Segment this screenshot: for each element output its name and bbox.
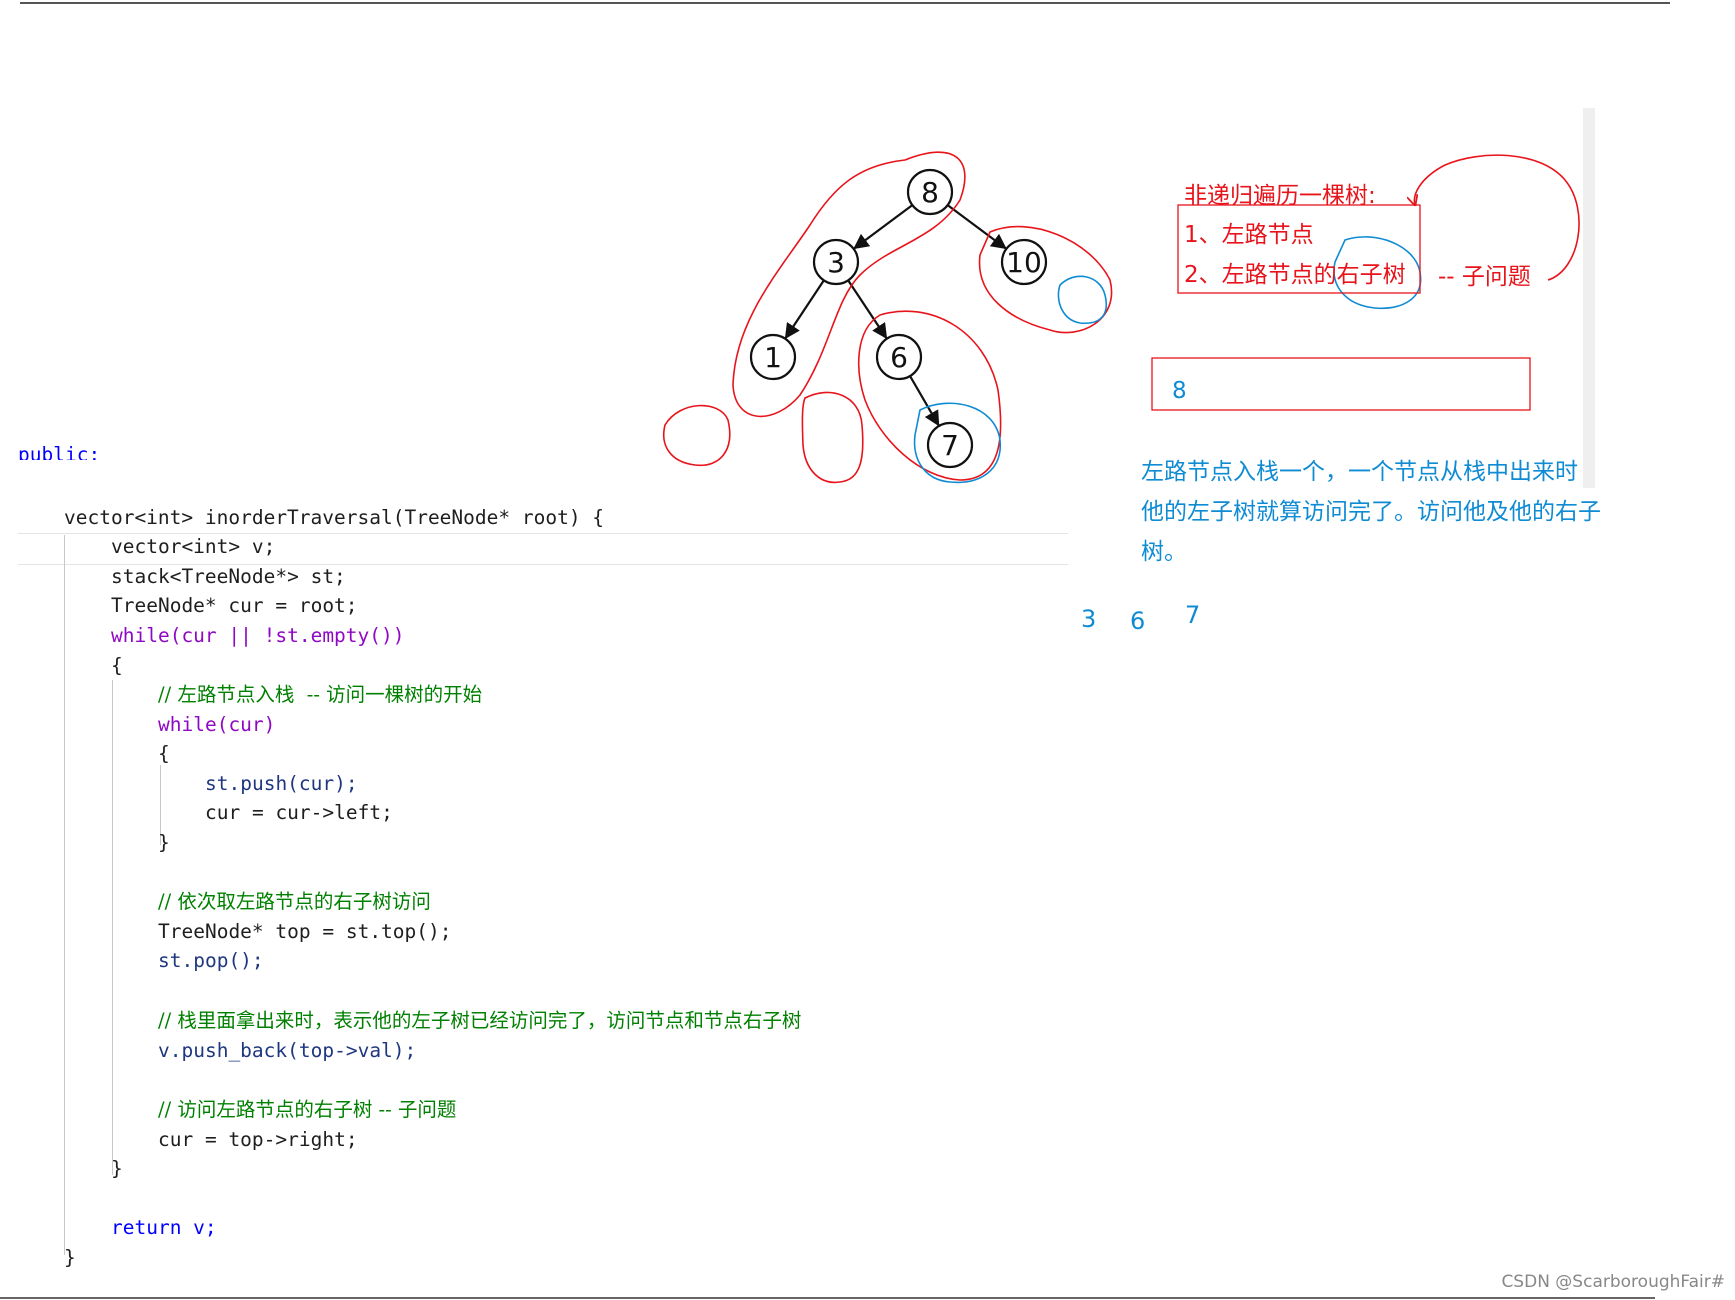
code-text: } <box>158 831 170 854</box>
explain-line-2: 他的左子树就算访问完了。访问他及他的右子 <box>1141 499 1601 525</box>
tree-node-label-1: 1 <box>764 341 782 374</box>
code-text: // 依次取左路节点的右子树访问 <box>158 890 431 913</box>
blue-circle-right-null <box>1057 275 1107 324</box>
stack-box <box>1151 357 1531 411</box>
code-line: { <box>111 653 123 679</box>
code-line: TreeNode* cur = root; <box>111 593 358 619</box>
code-text: } <box>111 1157 123 1180</box>
code-line: } <box>111 1156 123 1182</box>
tree-edge-3-6 <box>847 279 888 340</box>
code-line: vector<int> inorderTraversal(TreeNode* r… <box>64 505 604 531</box>
indent-guide-1 <box>64 535 65 1255</box>
code-line: return v; <box>111 1215 217 1241</box>
code-line: cur = top->right; <box>158 1127 358 1153</box>
code-text: TreeNode* cur = root; <box>111 594 358 617</box>
code-text: // 栈里面拿出来时，表示他的左子树已经访问完了，访问节点和节点右子树 <box>158 1009 802 1032</box>
code-text: { <box>111 654 123 677</box>
code-text: st.push(cur); <box>205 772 358 795</box>
output-value-3: 7 <box>1185 601 1201 629</box>
red-circle-null-right <box>801 391 864 484</box>
code-line: v.push_back(top->val); <box>158 1038 416 1064</box>
code-text: vector<int> inorderTraversal(TreeNode* r… <box>64 506 605 529</box>
code-line: cur = cur->left; <box>205 800 393 826</box>
code-text: } <box>64 1246 76 1269</box>
tree-node-label-6: 6 <box>890 341 908 374</box>
code-comment: // 依次取左路节点的右子树访问 <box>158 889 431 915</box>
explain-line-1: 左路节点入栈一个，一个节点从栈中出来时 <box>1141 459 1578 485</box>
notes-step-2: 2、左路节点的右子树 <box>1184 262 1406 288</box>
tree-edge-8-3 <box>853 204 914 250</box>
tree-node-label-7: 7 <box>941 429 959 462</box>
code-text: { <box>158 742 170 765</box>
notes-title: 非递归遍历一棵树: <box>1184 183 1376 209</box>
code-text: stack<TreeNode*> st; <box>111 565 346 588</box>
code-line: st.push(cur); <box>205 771 358 797</box>
watermark: CSDN @ScarboroughFair# <box>1501 1272 1725 1292</box>
code-line: TreeNode* top = st.top(); <box>158 919 452 945</box>
red-circle-null-left <box>663 404 731 467</box>
code-text: st.pop(); <box>158 949 264 972</box>
code-line: stack<TreeNode*> st; <box>111 564 346 590</box>
code-text: return v; <box>111 1216 217 1239</box>
code-line: public: <box>18 442 100 460</box>
code-line: st.pop(); <box>158 948 264 974</box>
indent-guide-2 <box>112 680 113 1175</box>
tree-node-label-3: 3 <box>827 246 845 279</box>
code-comment: // 左路节点入栈 -- 访问一棵树的开始 <box>158 682 482 708</box>
stack-box-value: 8 <box>1172 378 1187 404</box>
code-line: while(cur) <box>158 712 275 738</box>
tree-node-label-10: 10 <box>1006 246 1042 279</box>
code-text: // 访问左路节点的右子树 -- 子问题 <box>158 1098 457 1121</box>
output-value-2: 6 <box>1130 607 1146 635</box>
code-text: cur = top->right; <box>158 1128 358 1151</box>
code-comment: // 访问左路节点的右子树 -- 子问题 <box>158 1097 456 1123</box>
code-text: cur = cur->left; <box>205 801 393 824</box>
code-text: while(cur || !st.empty()) <box>111 624 405 647</box>
code-text: TreeNode* top = st.top(); <box>158 920 452 943</box>
code-line: } <box>158 830 170 856</box>
explain-line-3: 树。 <box>1141 539 1187 565</box>
code-line: vector<int> v; <box>111 534 275 560</box>
code-line: } <box>64 1245 76 1271</box>
tree-node-label-8: 8 <box>921 176 939 209</box>
code-text: v.push_back(top->val); <box>158 1039 417 1062</box>
output-value-1: 3 <box>1081 605 1097 633</box>
tree-edge-3-1 <box>784 279 825 340</box>
code-text: // 左路节点入栈 -- 访问一棵树的开始 <box>158 683 483 706</box>
code-keyword: public: <box>18 443 101 460</box>
code-text: vector<int> v; <box>111 535 276 558</box>
notes-step-2-suffix: -- 子问题 <box>1438 264 1531 290</box>
code-line: while(cur || !st.empty()) <box>111 623 405 649</box>
code-line: { <box>158 741 170 767</box>
tree-edge-6-7 <box>909 375 940 427</box>
bottom-border-line <box>0 1297 1655 1299</box>
code-comment: // 栈里面拿出来时，表示他的左子树已经访问完了，访问节点和节点右子树 <box>158 1008 801 1034</box>
tree-edge-8-10 <box>946 204 1007 250</box>
code-text: while(cur) <box>158 713 276 736</box>
notes-step-1: 1、左路节点 <box>1184 222 1314 248</box>
